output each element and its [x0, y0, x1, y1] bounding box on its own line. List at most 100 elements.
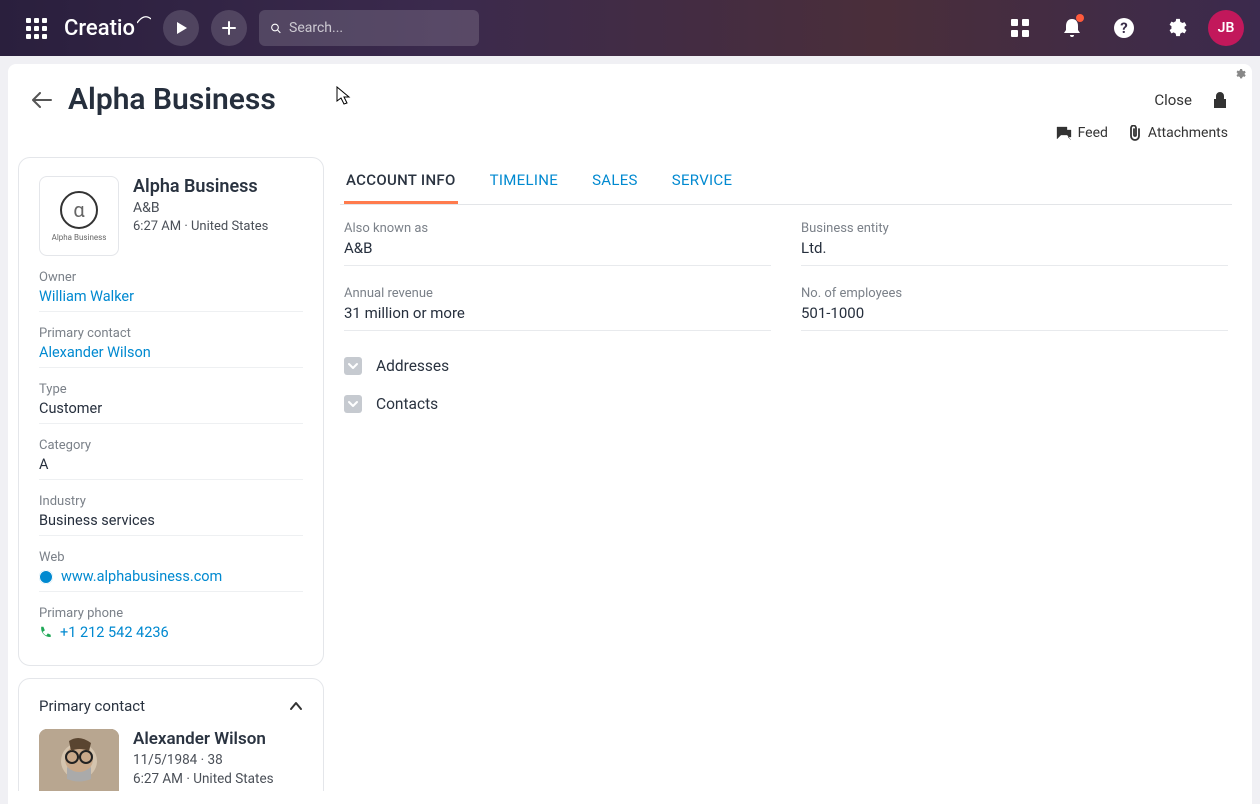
search-icon — [271, 21, 281, 36]
settings-button[interactable] — [1156, 8, 1196, 48]
phone-icon — [39, 626, 52, 639]
page-subheader: Feed Attachments — [8, 121, 1252, 157]
marketplace-button[interactable] — [1000, 8, 1040, 48]
play-button[interactable] — [163, 10, 199, 46]
category-field: Category A — [39, 438, 303, 480]
company-logo[interactable]: α Alpha Business — [39, 176, 119, 256]
business-entity-field[interactable]: Business entity Ltd. — [801, 221, 1228, 266]
user-avatar[interactable]: JB — [1208, 10, 1244, 46]
help-button[interactable]: ? — [1104, 8, 1144, 48]
search-box[interactable] — [259, 10, 479, 46]
phone-field: Primary phone +1 212 542 4236 — [39, 606, 303, 647]
primary-contact-section-label: Primary contact — [39, 697, 145, 715]
primary-contact-card: Primary contact — [18, 678, 324, 791]
tab-service[interactable]: SERVICE — [670, 163, 735, 204]
feed-button[interactable]: Feed — [1056, 125, 1108, 141]
arrow-left-icon — [32, 92, 52, 108]
contact-photo[interactable] — [39, 729, 119, 791]
phone-value-row[interactable]: +1 212 542 4236 — [39, 624, 303, 641]
page-header: Alpha Business Close — [8, 64, 1252, 121]
brand-logo[interactable]: Creatio — [64, 16, 151, 41]
page-settings-button[interactable] — [1234, 68, 1246, 80]
phone-label: Primary phone — [39, 606, 303, 621]
brand-swoosh-icon — [137, 15, 151, 29]
employees-label: No. of employees — [801, 286, 1228, 301]
attachments-button[interactable]: Attachments — [1128, 125, 1228, 141]
category-value: A — [39, 456, 303, 473]
owner-field: Owner William Walker — [39, 270, 303, 312]
apps-grid-icon — [26, 18, 47, 39]
avatar-initials: JB — [1218, 20, 1235, 36]
category-label: Category — [39, 438, 303, 453]
play-icon — [175, 22, 187, 34]
tab-sales[interactable]: SALES — [590, 163, 640, 204]
top-bar: Creatio ? JB — [0, 0, 1260, 56]
company-summary-card: α Alpha Business Alpha Business A&B 6:27… — [18, 157, 324, 666]
addresses-expander[interactable]: Addresses — [340, 347, 1232, 385]
contact-time-country: 6:27 AM · United States — [133, 771, 274, 787]
chevron-down-icon — [347, 361, 359, 371]
page-title: Alpha Business — [68, 82, 276, 117]
contacts-label: Contacts — [376, 395, 438, 413]
left-sidebar: α Alpha Business Alpha Business A&B 6:27… — [8, 157, 324, 791]
page-container: Alpha Business Close Feed Attachments α — [8, 64, 1252, 804]
globe-icon — [39, 570, 53, 584]
content-area: α Alpha Business Alpha Business A&B 6:27… — [8, 157, 1252, 791]
company-name: Alpha Business — [133, 176, 268, 197]
account-info-grid: Also known as A&B Business entity Ltd. A… — [340, 205, 1232, 347]
help-icon: ? — [1113, 17, 1135, 39]
chevron-up-icon — [289, 701, 303, 711]
revenue-field[interactable]: Annual revenue 31 million or more — [344, 286, 771, 331]
logo-caption: Alpha Business — [52, 233, 107, 242]
employees-field[interactable]: No. of employees 501-1000 — [801, 286, 1228, 331]
contacts-toggle[interactable] — [344, 395, 362, 413]
apps-menu-button[interactable] — [16, 8, 56, 48]
back-button[interactable] — [32, 92, 52, 108]
tabs: ACCOUNT INFO TIMELINE SALES SERVICE — [340, 157, 1232, 205]
lock-button[interactable] — [1212, 91, 1228, 109]
primary-contact-value[interactable]: Alexander Wilson — [39, 344, 303, 361]
owner-label: Owner — [39, 270, 303, 285]
grid-icon — [1010, 18, 1030, 38]
gear-icon — [1165, 17, 1187, 39]
revenue-label: Annual revenue — [344, 286, 771, 301]
company-time-country: 6:27 AM · United States — [133, 219, 268, 234]
contact-dob-age: 11/5/1984 · 38 — [133, 752, 274, 768]
aka-value: A&B — [344, 239, 771, 257]
web-value: www.alphabusiness.com — [61, 568, 222, 585]
attachments-label: Attachments — [1148, 125, 1228, 141]
industry-value: Business services — [39, 512, 303, 529]
owner-value[interactable]: William Walker — [39, 288, 303, 305]
web-field: Web www.alphabusiness.com — [39, 550, 303, 592]
contact-name: Alexander Wilson — [133, 729, 274, 749]
web-value-row[interactable]: www.alphabusiness.com — [39, 568, 303, 585]
collapse-button[interactable] — [289, 701, 303, 711]
industry-field: Industry Business services — [39, 494, 303, 536]
person-photo-placeholder — [39, 729, 119, 791]
type-value: Customer — [39, 400, 303, 417]
plus-icon — [222, 21, 236, 35]
aka-label: Also known as — [344, 221, 771, 236]
industry-label: Industry — [39, 494, 303, 509]
add-button[interactable] — [211, 10, 247, 46]
tab-account-info[interactable]: ACCOUNT INFO — [344, 163, 458, 204]
lock-icon — [1212, 91, 1228, 109]
business-entity-value: Ltd. — [801, 239, 1228, 257]
business-entity-label: Business entity — [801, 221, 1228, 236]
contacts-expander[interactable]: Contacts — [340, 385, 1232, 423]
aka-field[interactable]: Also known as A&B — [344, 221, 771, 266]
employees-value: 501-1000 — [801, 304, 1228, 322]
logo-glyph: α — [60, 191, 98, 229]
primary-contact-field: Primary contact Alexander Wilson — [39, 326, 303, 368]
type-field: Type Customer — [39, 382, 303, 424]
tab-timeline[interactable]: TIMELINE — [488, 163, 560, 204]
gear-icon — [1234, 68, 1246, 80]
feed-label: Feed — [1078, 125, 1108, 141]
feed-icon — [1056, 126, 1072, 140]
notifications-button[interactable] — [1052, 8, 1092, 48]
search-input[interactable] — [289, 20, 467, 36]
addresses-toggle[interactable] — [344, 357, 362, 375]
primary-contact-label: Primary contact — [39, 326, 303, 341]
close-button[interactable]: Close — [1154, 91, 1192, 109]
addresses-label: Addresses — [376, 357, 449, 375]
